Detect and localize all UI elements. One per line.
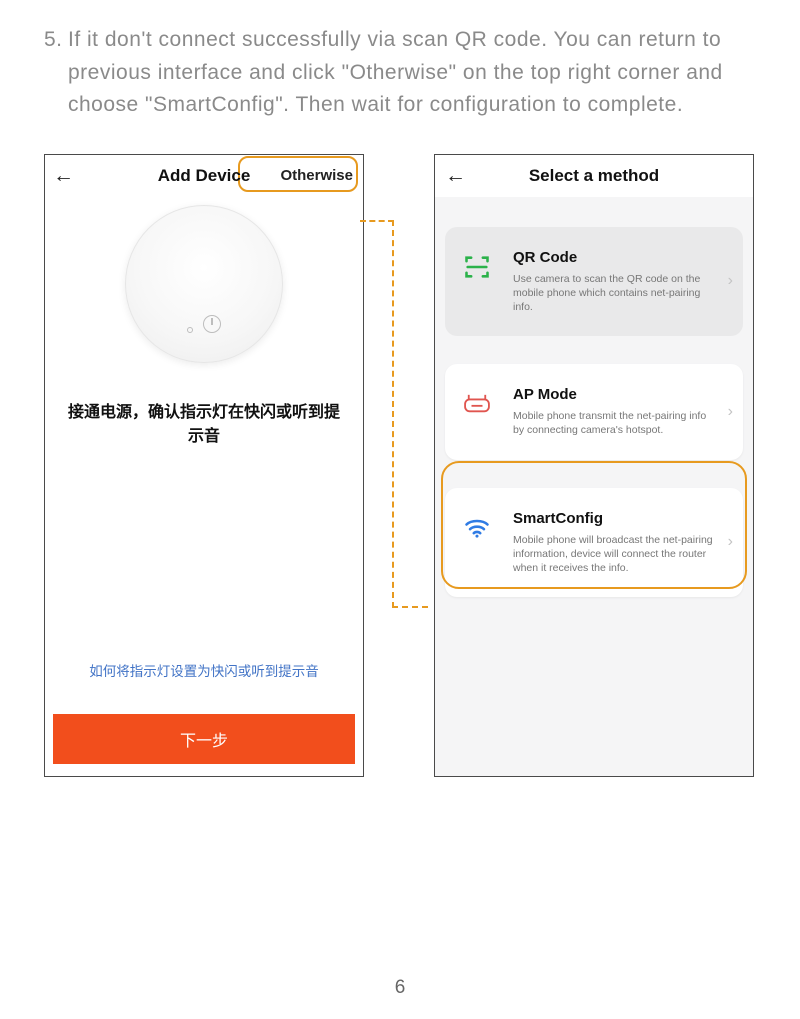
instruction-text: 5. If it don't connect successfully via … — [44, 24, 756, 122]
method-text: SmartConfig Mobile phone will broadcast … — [513, 510, 727, 576]
otherwise-button[interactable]: Otherwise — [280, 167, 353, 184]
title-bar: ← Select a method — [435, 155, 753, 197]
help-link-cn[interactable]: 如何将指示灯设置为快闪或听到提示音 — [45, 660, 363, 680]
method-desc: Mobile phone transmit the net-pairing in… — [513, 409, 713, 437]
power-icon — [203, 315, 221, 333]
page-title: Select a method — [529, 166, 659, 186]
page-number: 6 — [395, 977, 406, 999]
method-desc: Mobile phone will broadcast the net-pair… — [513, 533, 713, 576]
qr-scan-icon — [459, 249, 495, 285]
method-title: QR Code — [513, 249, 727, 266]
back-arrow-icon[interactable]: ← — [53, 165, 74, 186]
router-icon — [459, 386, 495, 422]
step-body: If it don't connect successfully via sca… — [68, 28, 723, 116]
method-card-ap[interactable]: AP Mode Mobile phone transmit the net-pa… — [445, 364, 743, 459]
method-card-smartconfig[interactable]: SmartConfig Mobile phone will broadcast … — [445, 488, 743, 598]
method-text: QR Code Use camera to scan the QR code o… — [513, 249, 727, 315]
chevron-right-icon: › — [728, 272, 733, 290]
page: 5. If it don't connect successfully via … — [0, 0, 800, 1019]
method-desc: Use camera to scan the QR code on the mo… — [513, 272, 713, 315]
method-title: SmartConfig — [513, 510, 727, 527]
connector-dashed-line — [392, 606, 428, 608]
phone-screenshots-row: ← Add Device Otherwise 接通电源，确认指示灯在快闪或听到提… — [44, 154, 756, 777]
step-number: 5. — [44, 24, 63, 57]
wifi-icon — [459, 510, 495, 546]
title-bar: ← Add Device Otherwise — [45, 155, 363, 197]
connector-dashed-line — [392, 220, 394, 608]
indicator-dot-icon — [187, 327, 193, 333]
method-list: QR Code Use camera to scan the QR code o… — [435, 197, 753, 597]
chevron-right-icon: › — [728, 403, 733, 421]
method-text: AP Mode Mobile phone transmit the net-pa… — [513, 386, 727, 437]
method-title: AP Mode — [513, 386, 727, 403]
device-disc-icon — [125, 205, 283, 363]
back-arrow-icon[interactable]: ← — [445, 165, 466, 186]
device-illustration — [45, 197, 363, 369]
next-button[interactable]: 下一步 — [53, 714, 355, 764]
phone-right-select-method: ← Select a method QR Code Use camera to … — [434, 154, 754, 777]
method-card-qr[interactable]: QR Code Use camera to scan the QR code o… — [445, 227, 743, 337]
connector-dashed-line — [360, 220, 394, 222]
instruction-cn-text: 接通电源，确认指示灯在快闪或听到提示音 — [45, 369, 363, 451]
page-title: Add Device — [158, 166, 251, 186]
chevron-right-icon: › — [728, 533, 733, 551]
phone-left-add-device: ← Add Device Otherwise 接通电源，确认指示灯在快闪或听到提… — [44, 154, 364, 777]
